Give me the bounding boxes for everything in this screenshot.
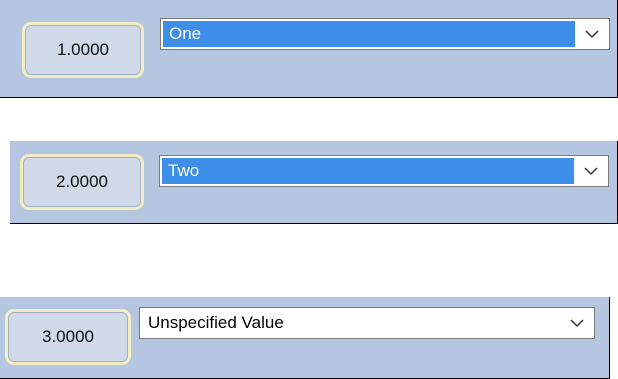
chevron-down-icon[interactable] xyxy=(574,156,608,186)
value-display-1: 1.0000 xyxy=(22,22,144,78)
dropdown-select-3[interactable]: Unspecified Value xyxy=(139,307,595,339)
chevron-down-icon[interactable] xyxy=(560,308,594,338)
dropdown-selected-text-1: One xyxy=(163,21,575,47)
row-panel-1: 1.0000 One xyxy=(0,0,618,98)
dropdown-selected-text-3: Unspecified Value xyxy=(148,313,284,332)
value-display-2: 2.0000 xyxy=(20,154,144,210)
row-panel-3: 3.0000 Unspecified Value xyxy=(0,297,610,379)
row-panel-2: 2.0000 Two xyxy=(10,141,618,224)
chevron-down-icon[interactable] xyxy=(575,19,609,49)
dropdown-select-1[interactable]: One xyxy=(160,18,610,50)
dropdown-select-2[interactable]: Two xyxy=(159,155,609,187)
dropdown-selected-text-2: Two xyxy=(162,158,574,184)
value-display-3: 3.0000 xyxy=(5,309,131,365)
